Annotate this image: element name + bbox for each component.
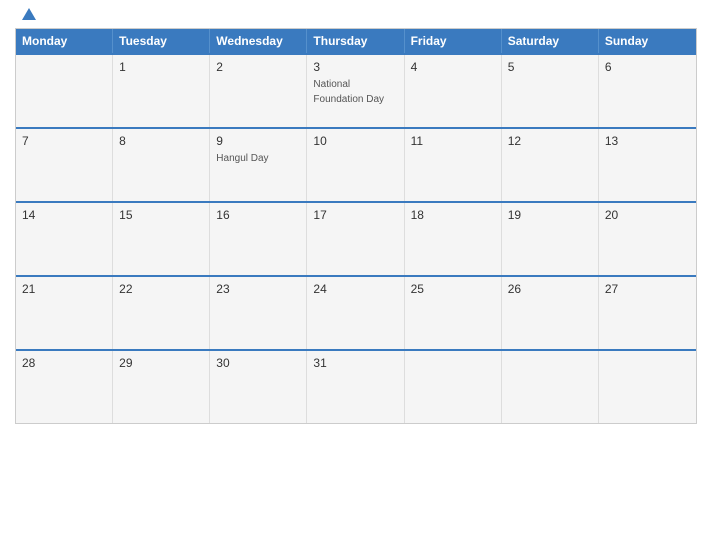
calendar-cell xyxy=(502,351,599,423)
day-number: 11 xyxy=(411,134,495,148)
calendar-cell: 21 xyxy=(16,277,113,349)
calendar-week: 123 National Foundation Day 456 xyxy=(16,53,696,127)
calendar: MondayTuesdayWednesdayThursdayFridaySatu… xyxy=(15,28,697,424)
holiday-label: Hangul Day xyxy=(216,153,268,164)
calendar-cell: 4 xyxy=(405,55,502,127)
day-number: 5 xyxy=(508,60,592,74)
calendar-cell: 16 xyxy=(210,203,307,275)
day-number: 28 xyxy=(22,356,106,370)
calendar-header: MondayTuesdayWednesdayThursdayFridaySatu… xyxy=(16,29,696,53)
day-number: 16 xyxy=(216,208,300,222)
calendar-cell: 11 xyxy=(405,129,502,201)
calendar-cell: 20 xyxy=(599,203,696,275)
calendar-cell: 13 xyxy=(599,129,696,201)
calendar-cell: 9 Hangul Day xyxy=(210,129,307,201)
day-number: 2 xyxy=(216,60,300,74)
day-number: 29 xyxy=(119,356,203,370)
calendar-week: 789 Hangul Day 10 11 12 13 xyxy=(16,127,696,201)
header xyxy=(15,10,697,20)
calendar-week: 21 22 23 24 25 26 27 xyxy=(16,275,696,349)
calendar-cell: 7 xyxy=(16,129,113,201)
day-number: 20 xyxy=(605,208,690,222)
calendar-cell: 27 xyxy=(599,277,696,349)
day-number: 12 xyxy=(508,134,592,148)
day-number: 30 xyxy=(216,356,300,370)
day-number: 25 xyxy=(411,282,495,296)
calendar-cell: 24 xyxy=(307,277,404,349)
weekday-header: Thursday xyxy=(307,29,404,53)
day-number: 6 xyxy=(605,60,690,74)
calendar-cell: 6 xyxy=(599,55,696,127)
weekday-header: Wednesday xyxy=(210,29,307,53)
day-number: 3 xyxy=(313,60,397,74)
calendar-cell: 18 xyxy=(405,203,502,275)
logo-triangle-icon xyxy=(22,8,36,20)
calendar-cell: 30 xyxy=(210,351,307,423)
day-number: 14 xyxy=(22,208,106,222)
calendar-cell: 28 xyxy=(16,351,113,423)
calendar-week: 28 29 30 31 xyxy=(16,349,696,423)
calendar-cell: 3 National Foundation Day xyxy=(307,55,404,127)
day-number: 23 xyxy=(216,282,300,296)
calendar-cell xyxy=(405,351,502,423)
calendar-cell: 12 xyxy=(502,129,599,201)
calendar-cell: 10 xyxy=(307,129,404,201)
day-number: 10 xyxy=(313,134,397,148)
day-number: 7 xyxy=(22,134,106,148)
calendar-cell: 14 xyxy=(16,203,113,275)
day-number: 19 xyxy=(508,208,592,222)
logo xyxy=(20,10,36,20)
weekday-header: Sunday xyxy=(599,29,696,53)
calendar-cell xyxy=(599,351,696,423)
day-number: 21 xyxy=(22,282,106,296)
day-number: 24 xyxy=(313,282,397,296)
day-number: 26 xyxy=(508,282,592,296)
day-number: 1 xyxy=(119,60,203,74)
day-number: 13 xyxy=(605,134,690,148)
calendar-cell: 5 xyxy=(502,55,599,127)
day-number: 15 xyxy=(119,208,203,222)
calendar-cell: 31 xyxy=(307,351,404,423)
day-number: 17 xyxy=(313,208,397,222)
day-number: 9 xyxy=(216,134,300,148)
day-number: 27 xyxy=(605,282,690,296)
calendar-cell xyxy=(16,55,113,127)
day-number: 22 xyxy=(119,282,203,296)
calendar-cell: 26 xyxy=(502,277,599,349)
day-number: 31 xyxy=(313,356,397,370)
calendar-cell: 17 xyxy=(307,203,404,275)
calendar-cell: 1 xyxy=(113,55,210,127)
holiday-label: National Foundation Day xyxy=(313,79,384,105)
day-number: 8 xyxy=(119,134,203,148)
weekday-header: Tuesday xyxy=(113,29,210,53)
weekday-header: Saturday xyxy=(502,29,599,53)
calendar-cell: 15 xyxy=(113,203,210,275)
calendar-cell: 29 xyxy=(113,351,210,423)
day-number: 18 xyxy=(411,208,495,222)
calendar-cell: 23 xyxy=(210,277,307,349)
weekday-header: Monday xyxy=(16,29,113,53)
calendar-cell: 25 xyxy=(405,277,502,349)
calendar-week: 14 15 16 17 18 19 20 xyxy=(16,201,696,275)
page: MondayTuesdayWednesdayThursdayFridaySatu… xyxy=(0,0,712,550)
day-number: 4 xyxy=(411,60,495,74)
weekday-header: Friday xyxy=(405,29,502,53)
calendar-cell: 22 xyxy=(113,277,210,349)
calendar-cell: 2 xyxy=(210,55,307,127)
calendar-cell: 8 xyxy=(113,129,210,201)
calendar-cell: 19 xyxy=(502,203,599,275)
